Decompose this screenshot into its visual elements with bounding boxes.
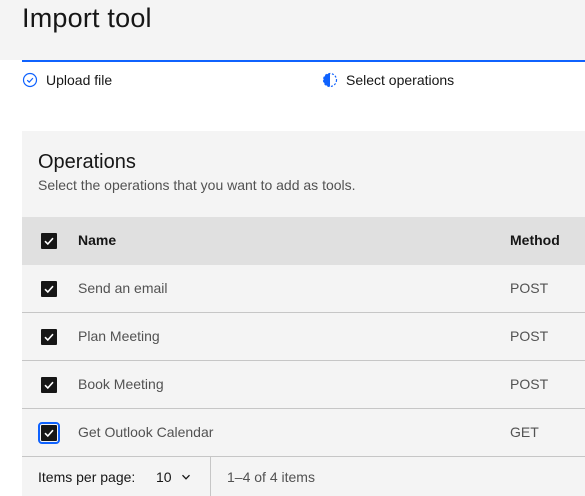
operations-panel: Operations Select the operations that yo… [22,131,585,496]
checkmark-icon [44,381,54,390]
step-label: Select operations [346,72,455,88]
table-header-row: Name Method [22,217,585,265]
step-select-operations[interactable]: Select operations [322,70,454,90]
table-row[interactable]: Get Outlook Calendar GET [22,409,585,457]
progress-fill [22,60,585,62]
page-title: Import tool [22,3,152,33]
row-checkbox[interactable] [41,377,57,393]
operation-name: Get Outlook Calendar [78,424,214,440]
checkmark-icon [44,333,54,342]
table-row[interactable]: Send an email POST [22,265,585,313]
operation-method: GET [510,424,539,440]
row-checkbox[interactable] [38,422,60,444]
step-label: Upload file [46,72,113,88]
row-checkbox[interactable] [41,281,57,297]
table-row[interactable]: Book Meeting POST [22,361,585,409]
operation-method: POST [510,376,549,392]
operations-subtitle: Select the operations that you want to a… [38,177,356,193]
table-row[interactable]: Plan Meeting POST [22,313,585,361]
page-header: Import tool [0,0,585,60]
checkmark-icon [44,237,54,246]
items-per-page-label: Items per page: [38,469,136,485]
pagination-bar: Items per page: 10 1–4 of 4 items [22,457,585,496]
check-circle-icon [22,72,38,88]
checkmark-icon [44,285,54,294]
step-upload-file[interactable]: Upload file [22,70,112,90]
items-per-page-select[interactable]: 10 [156,469,192,485]
operation-name: Plan Meeting [78,328,160,344]
checkmark-icon [44,429,54,438]
row-checkbox[interactable] [41,329,57,345]
operations-title: Operations [38,151,136,173]
pagination-divider [210,457,211,496]
pagination-range: 1–4 of 4 items [227,469,315,485]
operation-name: Send an email [78,280,168,296]
column-header-name[interactable]: Name [78,232,116,248]
operations-table: Name Method Send an email POST Plan Meet… [22,217,585,457]
chevron-down-icon [181,474,190,480]
operation-method: POST [510,328,549,344]
operation-name: Book Meeting [78,376,164,392]
progress-indicator [22,60,585,62]
half-circle-icon [322,72,338,88]
select-all-checkbox[interactable] [41,233,57,249]
column-header-method[interactable]: Method [510,232,560,248]
operation-method: POST [510,280,549,296]
items-per-page-value: 10 [156,469,172,485]
